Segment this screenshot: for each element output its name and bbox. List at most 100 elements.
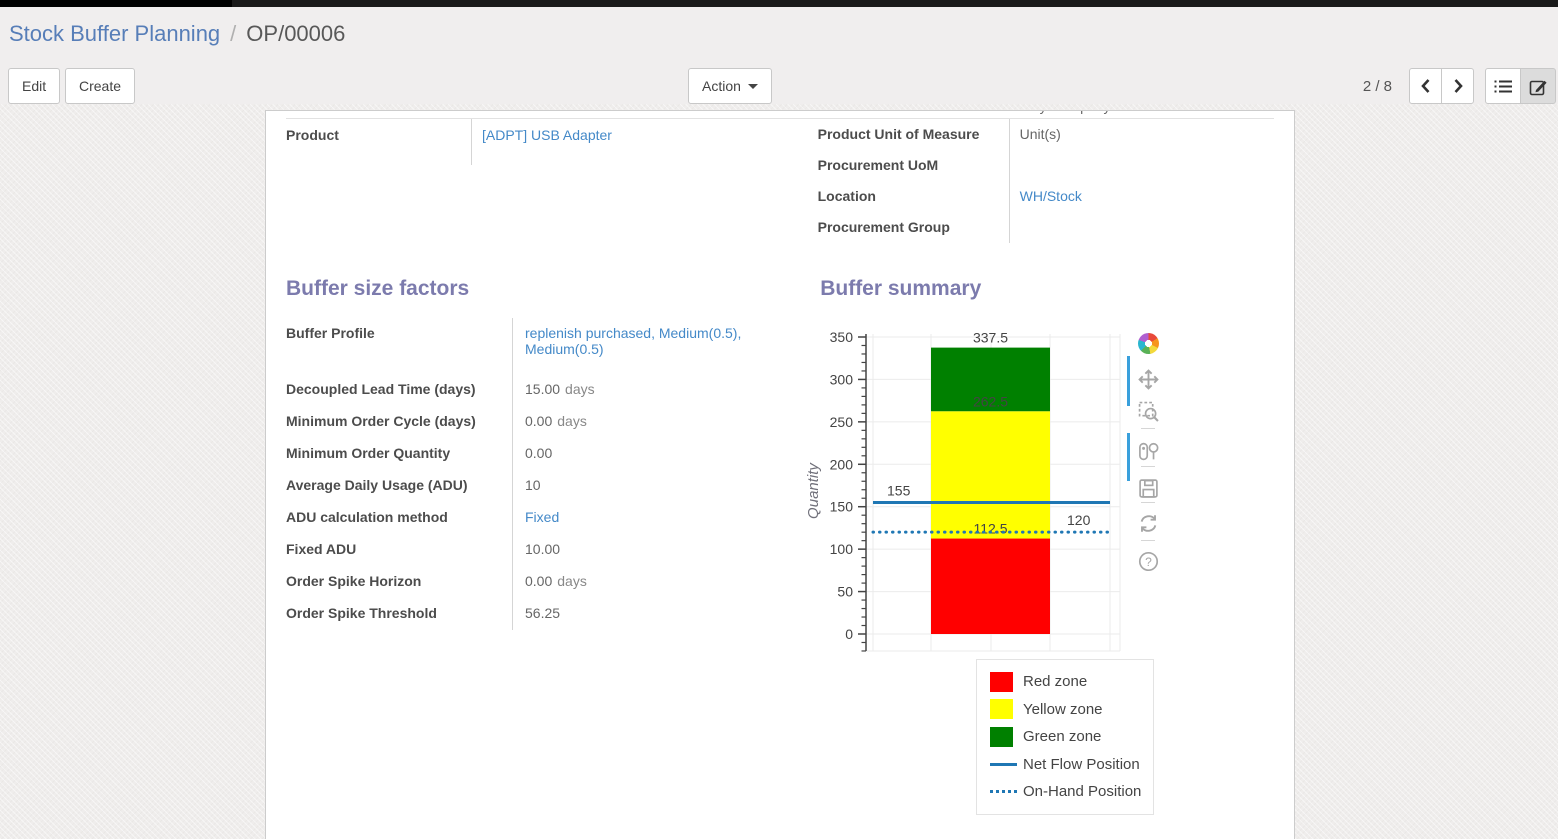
reset-axes-icon[interactable] bbox=[1136, 511, 1160, 535]
previous-record-button[interactable] bbox=[1409, 68, 1442, 104]
create-button[interactable]: Create bbox=[65, 68, 135, 104]
factor-row: Order Spike Horizon0.00days bbox=[286, 566, 784, 598]
save-icon[interactable] bbox=[1136, 476, 1160, 500]
modebar-separator bbox=[1141, 540, 1155, 541]
factor-value: 0.00days bbox=[512, 566, 774, 598]
factor-value-text: 56.25 bbox=[525, 605, 560, 621]
control-bar: Edit Create Action 2 / 8 bbox=[0, 60, 1558, 104]
record-pager bbox=[1409, 68, 1474, 104]
field-label: Procurement Group bbox=[818, 212, 1009, 243]
product-field-group: Product[ADPT] USB Adapter Product Unit o… bbox=[286, 119, 1274, 243]
factor-value-text-link[interactable]: replenish purchased, Medium(0.5), Medium… bbox=[525, 325, 741, 357]
action-dropdown-button[interactable]: Action bbox=[688, 68, 772, 104]
legend-label: Yellow zone bbox=[1023, 701, 1103, 718]
section-title-buffer-size-factors: Buffer size factors bbox=[286, 277, 784, 301]
field-value: WH/Stock bbox=[1009, 181, 1259, 212]
yellow-zone-swatch bbox=[990, 699, 1013, 719]
field-value bbox=[1009, 150, 1259, 181]
list-view-icon bbox=[1494, 79, 1512, 94]
help-icon[interactable]: ? bbox=[1136, 549, 1160, 573]
factor-value: 56.25 bbox=[512, 598, 774, 630]
product-group-right: Product Unit of MeasureUnit(s)Procuremen… bbox=[818, 119, 1274, 243]
factor-label: Average Daily Usage (ADU) bbox=[286, 470, 512, 502]
legend-item[interactable]: On-Hand Position bbox=[990, 778, 1153, 806]
form-sheet: My Company Product[ADPT] USB Adapter Pro… bbox=[265, 110, 1295, 839]
factor-label: Order Spike Horizon bbox=[286, 566, 512, 598]
breadcrumb-separator: / bbox=[230, 21, 236, 47]
green-zone-swatch bbox=[990, 727, 1013, 747]
red-zone-bar bbox=[931, 539, 1050, 634]
clipped-company-value: My Company bbox=[1028, 111, 1110, 114]
legend-swatch bbox=[990, 672, 1020, 692]
red-zone-swatch bbox=[990, 672, 1013, 692]
factor-value: 0.00days bbox=[512, 406, 774, 438]
next-record-button[interactable] bbox=[1441, 68, 1474, 104]
compare-hover-icon[interactable] bbox=[1136, 439, 1160, 463]
clipped-company-row: My Company bbox=[286, 111, 1274, 119]
factor-value: replenish purchased, Medium(0.5), Medium… bbox=[512, 318, 774, 374]
field-value-text-link[interactable]: [ADPT] USB Adapter bbox=[482, 127, 612, 143]
legend-swatch bbox=[990, 763, 1020, 766]
field-value: Unit(s) bbox=[1009, 119, 1259, 150]
top-nav-bar-left-segment bbox=[0, 0, 232, 7]
list-view-button[interactable] bbox=[1485, 68, 1521, 104]
legend-item[interactable]: Yellow zone bbox=[990, 696, 1153, 724]
buffer-summary-chart[interactable]: 112.5262.5337.51551200501001502002503003… bbox=[801, 327, 1146, 661]
view-switcher bbox=[1485, 68, 1556, 104]
form-view-button[interactable] bbox=[1520, 68, 1556, 104]
field-row: Location WH/Stock bbox=[818, 181, 1274, 212]
svg-text:?: ? bbox=[1145, 554, 1152, 568]
y-tick-label: 0 bbox=[845, 626, 853, 642]
prev-arrow-icon bbox=[1419, 78, 1433, 94]
field-label: Location bbox=[818, 181, 1009, 212]
y-axis-title: Quantity bbox=[805, 462, 822, 519]
field-label: Procurement UoM bbox=[818, 150, 1009, 181]
section-title-buffer-summary: Buffer summary bbox=[820, 277, 1274, 301]
factor-row: Order Spike Threshold56.25 bbox=[286, 598, 784, 630]
pager-counter: 2 / 8 bbox=[1363, 68, 1392, 104]
legend-item[interactable]: Red zone bbox=[990, 668, 1153, 696]
factor-value: 10.00 bbox=[512, 534, 774, 566]
legend-item[interactable]: Green zone bbox=[990, 723, 1153, 751]
legend-item[interactable]: Net Flow Position bbox=[990, 751, 1153, 779]
field-value-text-link[interactable]: WH/Stock bbox=[1020, 188, 1082, 204]
legend-swatch bbox=[990, 727, 1020, 747]
y-tick-label: 150 bbox=[830, 499, 854, 515]
y-tick-label: 350 bbox=[830, 329, 854, 345]
plotly-logo-icon[interactable] bbox=[1136, 331, 1160, 355]
factor-value: Fixed bbox=[512, 502, 774, 534]
action-dropdown-label: Action bbox=[702, 78, 741, 94]
factor-row: Fixed ADU 10.00 bbox=[286, 534, 784, 566]
factor-label: Fixed ADU bbox=[286, 534, 512, 566]
zone-bars bbox=[931, 348, 1050, 634]
stock-buffer-planning-page: { "breadcrumb": { "parent": "Stock Buffe… bbox=[0, 0, 1558, 839]
edit-button[interactable]: Edit bbox=[8, 68, 60, 104]
factor-row: Average Daily Usage (ADU) 10 bbox=[286, 470, 784, 502]
field-row: Product Unit of MeasureUnit(s) bbox=[818, 119, 1274, 150]
field-value-text: Unit(s) bbox=[1020, 126, 1061, 142]
y-axis bbox=[858, 334, 866, 651]
factor-value-text: 0.00 bbox=[525, 445, 552, 461]
zoom-icon[interactable] bbox=[1136, 399, 1160, 423]
factor-value-text: 10.00 bbox=[525, 541, 560, 557]
top-nav-bar bbox=[0, 0, 1558, 7]
buffer-size-factors-section: Buffer size factors Buffer Profile replen… bbox=[286, 277, 784, 630]
legend-label: Red zone bbox=[1023, 673, 1087, 690]
modebar-separator bbox=[1141, 466, 1155, 467]
buffer-factors-table: Buffer Profile replenish purchased, Mediu… bbox=[286, 318, 784, 630]
breadcrumb-parent-link[interactable]: Stock Buffer Planning bbox=[9, 21, 220, 47]
factor-value-text: 10 bbox=[525, 477, 541, 493]
pan-icon[interactable] bbox=[1136, 367, 1160, 391]
factor-value: 15.00days bbox=[512, 374, 774, 406]
bar-total-label: 112.5 bbox=[974, 521, 1008, 537]
factor-value: 10 bbox=[512, 470, 774, 502]
y-tick-label: 250 bbox=[830, 414, 854, 430]
next-arrow-icon bbox=[1451, 78, 1465, 94]
on-hand-position-swatch bbox=[990, 790, 1017, 793]
field-row: Product[ADPT] USB Adapter bbox=[286, 119, 782, 165]
factor-value-text-link[interactable]: Fixed bbox=[525, 509, 559, 525]
breadcrumb-current: OP/00006 bbox=[246, 21, 345, 47]
factor-label: Buffer Profile bbox=[286, 318, 512, 374]
factor-value-text: 15.00 bbox=[525, 381, 560, 397]
modebar-active-indicator bbox=[1127, 356, 1130, 406]
